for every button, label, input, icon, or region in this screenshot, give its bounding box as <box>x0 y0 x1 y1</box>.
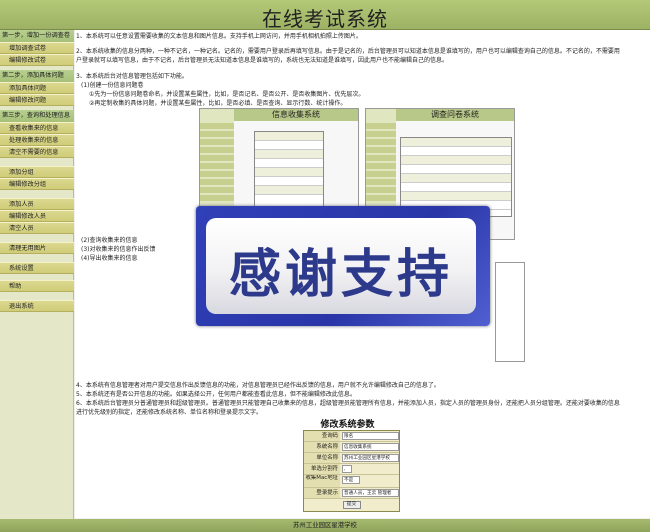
thanks-text: 感谢支持 <box>228 245 453 305</box>
feature-create-step2: ②再定制收集的具体问题，并设置某些属性，比如，是否必填、是否查询、显示行数、统计… <box>89 100 347 107</box>
sidebar-item-add-group[interactable]: 添加分组 <box>0 166 74 178</box>
sidebar-item-help[interactable]: 帮助 <box>0 280 74 292</box>
intro-point-2b: 户登录就可以填写信息，由于不记名，后台管理员无法知道本信息是谁填写的，系统也无法… <box>76 57 449 64</box>
thumb-left-title: 信息收集系统 <box>234 109 358 121</box>
page-frame: 在线考试系统 第一步，增加一份调查卷 增加调查试卷 编辑修改试卷 第二步，添加具… <box>0 0 650 532</box>
sidebar-item-edit-survey[interactable]: 编辑修改试卷 <box>0 54 74 66</box>
footer-text: 苏州工业园区星港学校 <box>293 521 357 529</box>
feature-create: (1)创建一份信息问题卷 <box>81 82 144 89</box>
intro-point-6a: 6、本系统后台管理员分普通管理员和超级管理员。普通管理员只能管理自己收集来的信息… <box>76 400 620 407</box>
intro-point-2a: 2、本系统收集的信息分两种，一种不记名，一种记名。记名的，需要用户登录后再填写信… <box>76 48 620 55</box>
sidebar-item-add-survey[interactable]: 增加调查试卷 <box>0 42 74 54</box>
feature-create-step1: ①先为一份信息问题卷命名，并设置某些属性，比如，是否记名、是否公开、是否收集图片… <box>89 91 365 98</box>
thumb-right-title: 调查问卷系统 <box>396 109 514 121</box>
submit-button[interactable]: 提交 <box>342 501 361 509</box>
sidebar-item-edit-person[interactable]: 编辑修改人员 <box>0 210 74 222</box>
feature-feedback: (3)对收集来的信息作出反馈 <box>81 246 156 253</box>
header-bar: 在线考试系统 <box>0 0 650 31</box>
sidebar-item-logout[interactable]: 退出系统 <box>0 300 74 312</box>
login-hint-input[interactable]: 普通人员，王云 管理者 <box>342 489 399 497</box>
intro-point-6b: 进行优先级别的指定，还能修改系统名称、单位名称和登录提示文字。 <box>76 409 263 416</box>
footer: 苏州工业园区星港学校 <box>0 519 650 532</box>
sidebar-item-process-info[interactable]: 处理收集来的信息 <box>0 134 74 146</box>
field-label-login-hint: 登录提示 <box>304 488 340 498</box>
intro-point-4: 4、本系统有信息管理者对用户提交信息作出反馈信息的功能，对信息管理员已经作出反馈… <box>76 382 440 389</box>
page-title: 在线考试系统 <box>262 7 388 31</box>
screenshot-partial <box>495 262 525 362</box>
query-code-input[interactable]: 限名 <box>342 432 399 440</box>
settings-form: 查询码 限名 系统名称 信息收集系统 单位名称 苏州工业园区星港学校 单选分割符… <box>303 430 400 512</box>
sidebar-heading-step2: 第二步，添加具体问题 <box>0 70 74 82</box>
mac-select[interactable]: 不是 <box>342 476 360 484</box>
sidebar-item-edit-group[interactable]: 编辑修改分组 <box>0 178 74 190</box>
feature-export: (4)导出收集来的信息 <box>81 255 138 262</box>
intro-point-1: 1、本系统可以任意设置需要收集的文本信息和图片信息。支持手机上网访问，并用手机相… <box>76 33 362 40</box>
field-label-system-name: 系统名称 <box>304 442 340 452</box>
sidebar-item-clean-images[interactable]: 清理无用图片 <box>0 242 74 254</box>
feature-query: (2)查询收集来的信息 <box>81 237 138 244</box>
field-label-query-code: 查询码 <box>304 431 340 441</box>
sidebar-item-add-question[interactable]: 添加具体问题 <box>0 82 74 94</box>
sidebar-item-add-person[interactable]: 添加人员 <box>0 198 74 210</box>
thanks-overlay: 感谢支持 <box>196 206 490 326</box>
sidebar-item-clear-info[interactable]: 清空不需要的信息 <box>0 146 74 158</box>
intro-point-3: 3、本系统后台对信息管理包括如下功能。 <box>76 73 188 80</box>
sidebar-item-clear-person[interactable]: 清空人员 <box>0 222 74 234</box>
field-label-separator: 单选分割符 <box>304 464 340 474</box>
field-label-mac: 收集Mac地址 <box>304 475 340 487</box>
intro-point-5: 5、本系统还有是否公开信息的功能。如果选择公开，任何用户都能查看此信息，但不能编… <box>76 391 356 398</box>
settings-title: 修改系统参数 <box>320 420 375 430</box>
sidebar-heading-step3: 第三步，查询和处理信息 <box>0 110 74 122</box>
sidebar-item-edit-question[interactable]: 编辑修改问题 <box>0 94 74 106</box>
field-label-org-name: 单位名称 <box>304 453 340 463</box>
separator-input[interactable]: , <box>342 465 352 473</box>
system-name-input[interactable]: 信息收集系统 <box>342 443 399 451</box>
sidebar-item-view-info[interactable]: 查看收集来的信息 <box>0 122 74 134</box>
org-name-input[interactable]: 苏州工业园区星港学校 <box>342 454 399 462</box>
sidebar-heading-step1: 第一步，增加一份调查卷 <box>0 30 74 42</box>
sidebar: 第一步，增加一份调查卷 增加调查试卷 编辑修改试卷 第二步，添加具体问题 添加具… <box>0 30 74 520</box>
sidebar-item-system-settings[interactable]: 系统设置 <box>0 262 74 274</box>
